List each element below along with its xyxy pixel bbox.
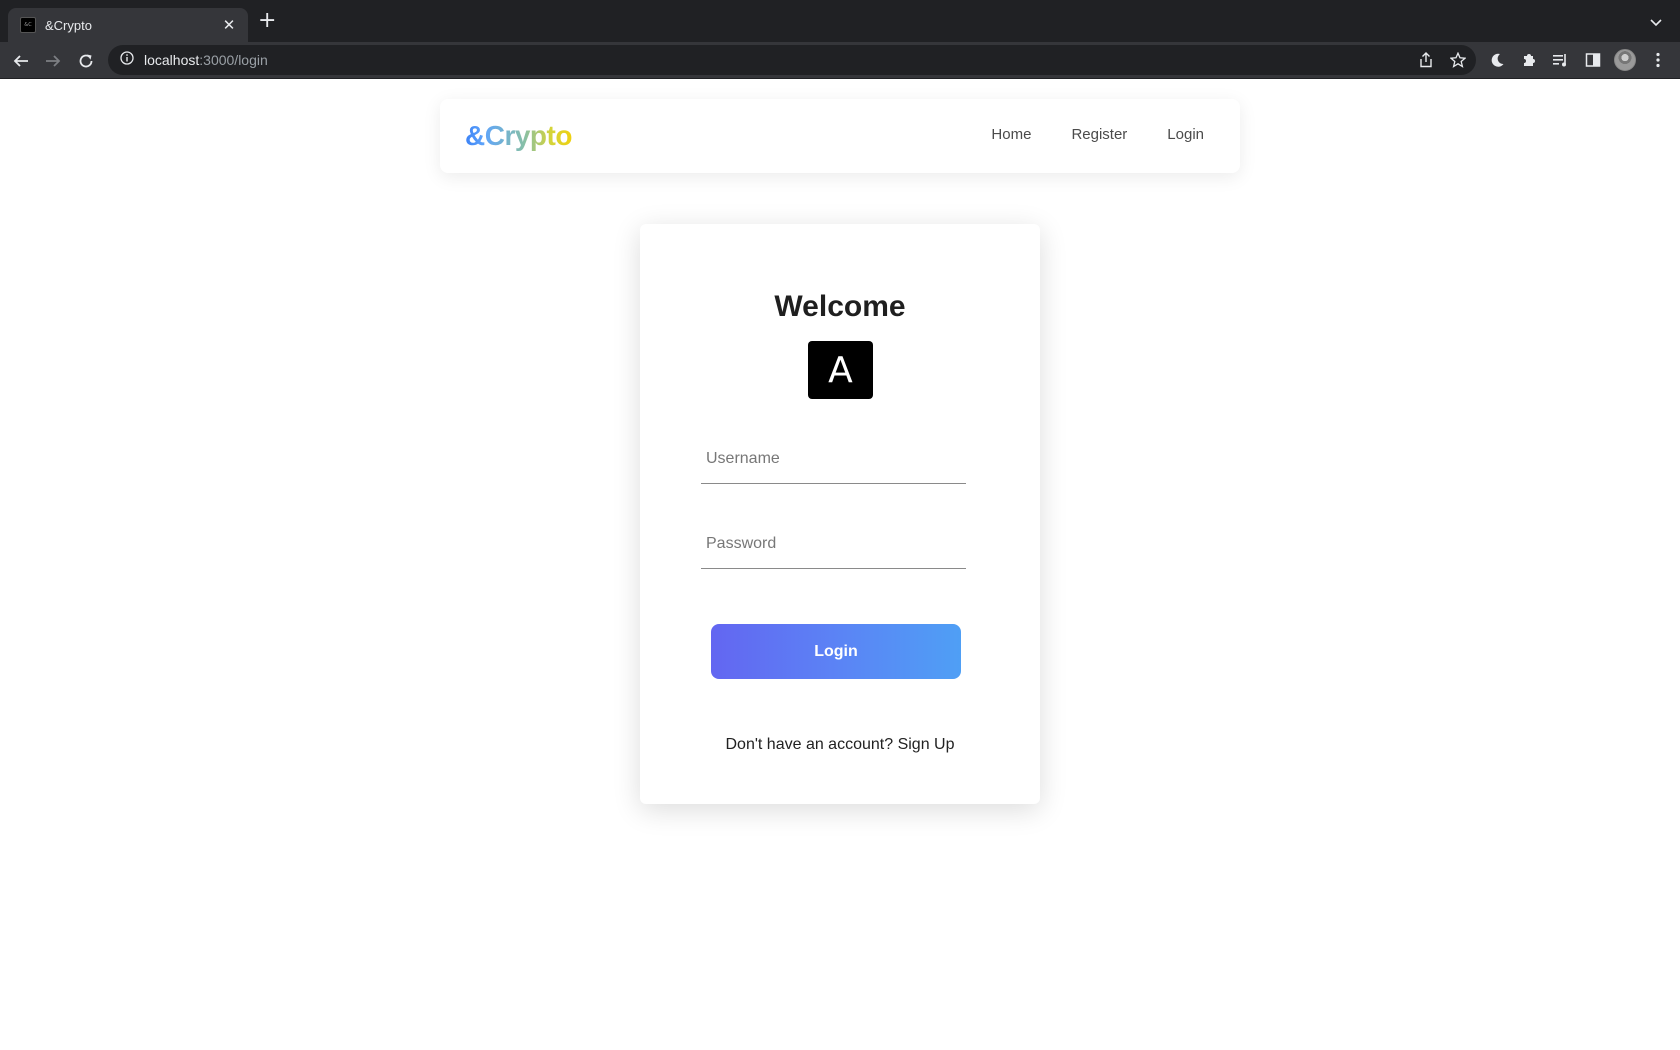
media-control-icon[interactable] (1552, 51, 1570, 69)
address-bar[interactable]: localhost:3000/login (108, 45, 1476, 75)
extensions-puzzle-icon[interactable] (1520, 51, 1538, 69)
welcome-heading: Welcome (774, 290, 906, 323)
browser-menu-kebab-icon[interactable] (1649, 51, 1667, 69)
back-arrow-icon[interactable] (9, 49, 33, 73)
nav-link-home[interactable]: Home (991, 126, 1031, 143)
bookmark-star-icon[interactable] (1449, 51, 1467, 73)
brand-logo[interactable]: &Crypto (465, 120, 572, 152)
share-icon[interactable] (1419, 52, 1433, 73)
close-tab-icon[interactable]: ✕ (220, 16, 238, 34)
reload-icon[interactable] (74, 49, 98, 73)
app-logo-badge: A (808, 341, 873, 399)
nav-links: Home Register Login (991, 126, 1204, 143)
nav-link-register[interactable]: Register (1071, 126, 1127, 143)
signup-prompt-text: Don't have an account? (725, 736, 894, 753)
tab-title: &Crypto (45, 17, 92, 33)
site-navbar: &Crypto Home Register Login (440, 99, 1240, 173)
forward-arrow-icon[interactable] (41, 49, 65, 73)
browser-toolbar: localhost:3000/login (0, 42, 1680, 79)
signup-prompt: Don't have an account? Sign Up (640, 736, 1040, 754)
sign-up-link[interactable]: Sign Up (898, 736, 955, 753)
dark-mode-moon-icon[interactable] (1488, 51, 1506, 69)
login-button[interactable]: Login (711, 624, 961, 679)
tab-search-chevron-icon[interactable] (1650, 14, 1662, 32)
browser-tab-strip: &C &Crypto ✕ + (0, 0, 1680, 42)
password-field (701, 519, 966, 569)
new-tab-icon[interactable]: + (258, 10, 276, 32)
url-host: localhost (144, 52, 200, 68)
browser-tab[interactable]: &C &Crypto ✕ (8, 8, 248, 42)
username-field (701, 434, 966, 484)
url-path: :3000/login (199, 52, 268, 68)
nav-link-login[interactable]: Login (1167, 126, 1204, 143)
url-text: localhost:3000/login (144, 52, 268, 68)
login-card: Welcome A Login Don't have an account? S… (640, 224, 1040, 804)
profile-avatar-icon[interactable] (1614, 49, 1636, 71)
site-info-icon[interactable] (120, 50, 134, 70)
password-input[interactable] (701, 519, 966, 568)
side-panel-icon[interactable] (1584, 51, 1602, 69)
favicon-icon: &C (20, 17, 36, 33)
username-input[interactable] (701, 434, 966, 483)
page-viewport: &Crypto Home Register Login Welcome A Lo… (0, 79, 1680, 1050)
